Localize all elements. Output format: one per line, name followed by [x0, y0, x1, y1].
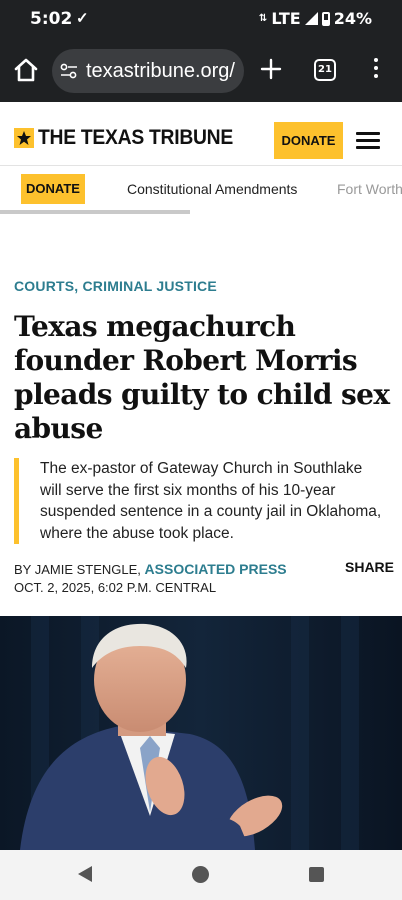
system-nav-bar [0, 850, 402, 900]
publish-date: OCT. 2, 2025, 6:02 P.M. CENTRAL [14, 580, 217, 595]
download-done-icon: ✓ [76, 10, 89, 27]
site-settings-icon[interactable] [60, 63, 78, 79]
site-header: THE TEXAS TRIBUNE DONATE [0, 102, 402, 166]
network-type: LTE [271, 9, 301, 28]
subnav-donate-button[interactable]: DONATE [21, 174, 85, 204]
nav-scroll-indicator [0, 210, 190, 214]
byline-organization[interactable]: ASSOCIATED PRESS [145, 561, 287, 577]
nav-item-fort-worth[interactable]: Fort Worth [337, 181, 402, 197]
article-summary: The ex-pastor of Gateway Church in South… [14, 458, 386, 544]
home-button-icon[interactable] [192, 866, 209, 883]
article-category[interactable]: COURTS, CRIMINAL JUSTICE [14, 278, 217, 294]
article-lead-photo [0, 616, 402, 850]
byline-author: BY JAMIE STENGLE, [14, 562, 145, 577]
new-tab-icon[interactable] [259, 57, 283, 81]
address-bar[interactable]: texastribune.org/ [52, 49, 244, 93]
byline: BY JAMIE STENGLE, ASSOCIATED PRESS [14, 561, 287, 577]
browser-toolbar: texastribune.org/ 21 [0, 40, 402, 102]
status-bar: 5:02 ✓ ⇅ LTE 24% [0, 0, 402, 40]
article-headline: Texas megachurch founder Robert Morris p… [14, 310, 390, 445]
status-time: 5:02 [30, 9, 73, 29]
home-icon[interactable] [12, 56, 40, 84]
nav-item-constitutional-amendments[interactable]: Constitutional Amendments [127, 181, 297, 197]
hamburger-menu-icon[interactable] [356, 132, 380, 150]
signal-icon [304, 12, 318, 25]
section-nav: DONATE Constitutional Amendments Fort Wo… [0, 166, 402, 214]
battery-percent: 24% [333, 9, 372, 28]
donate-button[interactable]: DONATE [274, 122, 343, 159]
tab-switcher-icon[interactable]: 21 [314, 59, 336, 81]
data-activity-icon: ⇅ [258, 13, 268, 24]
battery-icon [321, 11, 330, 26]
url-text[interactable]: texastribune.org/ [86, 60, 235, 83]
status-indicators: ⇅ LTE 24% [259, 9, 372, 28]
more-options-icon[interactable] [372, 58, 380, 84]
back-icon[interactable] [78, 866, 92, 882]
site-logo[interactable]: THE TEXAS TRIBUNE [14, 126, 250, 150]
star-logo-icon [14, 128, 34, 148]
recents-icon[interactable] [309, 867, 324, 882]
share-button[interactable]: SHARE [345, 559, 394, 575]
logo-wordmark: THE TEXAS TRIBUNE [38, 126, 233, 149]
